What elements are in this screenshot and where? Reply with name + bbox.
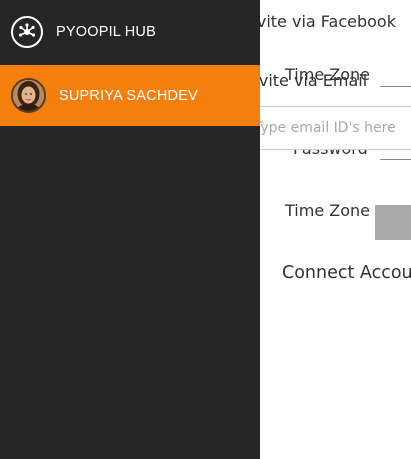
drawer-item-user-profile[interactable]: SUPRIYA SACHDEV	[0, 65, 260, 126]
drawer-item-label: PYOOPIL HUB	[56, 24, 156, 40]
password-field-underline	[380, 159, 411, 160]
avatar	[11, 78, 46, 113]
navigation-drawer: PYOOPIL HUB SUPRIYA SACHDEV	[0, 0, 260, 459]
connect-accounts-label[interactable]: Connect Accou	[282, 263, 411, 283]
time-zone-select-button[interactable]	[375, 205, 411, 240]
email-ids-input[interactable]	[244, 106, 411, 150]
time-zone-field-underline	[380, 86, 411, 87]
network-hub-icon	[11, 16, 43, 48]
drawer-item-pyoopil-hub[interactable]: PYOOPIL HUB	[0, 12, 260, 52]
time-zone-label-secondary: Time Zone	[285, 201, 370, 220]
invite-via-email-label: Invite via Email	[244, 71, 368, 90]
user-name-label: SUPRIYA SACHDEV	[59, 87, 198, 104]
invite-via-facebook-label[interactable]: Invite via Facebook	[242, 12, 396, 31]
